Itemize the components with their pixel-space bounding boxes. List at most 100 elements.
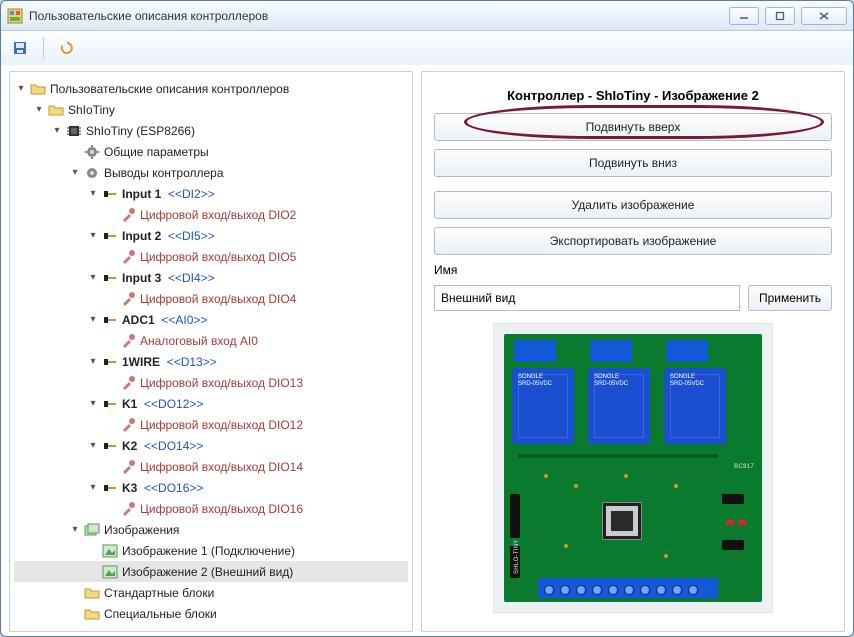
pin-icon bbox=[102, 354, 118, 370]
export-image-button[interactable]: Экспортировать изображение bbox=[434, 227, 832, 255]
tree-label: Изображение 1 (Подключение) bbox=[122, 544, 295, 558]
titlebar: Пользовательские описания контроллеров bbox=[1, 1, 853, 31]
tree-label: Пользовательские описания контроллеров bbox=[50, 82, 289, 96]
tree-node-adc1-sub[interactable]: ▾ Аналоговый вход AI0 bbox=[14, 330, 408, 351]
tools-icon bbox=[120, 291, 136, 307]
apply-button[interactable]: Применить bbox=[748, 285, 832, 311]
tree-node-adc1[interactable]: ▾ ADC1 <<AI0>> bbox=[14, 309, 408, 330]
chevron-down-icon[interactable]: ▾ bbox=[86, 397, 100, 411]
gear-icon bbox=[84, 165, 100, 181]
tree-label: Выводы контроллера bbox=[104, 166, 224, 180]
chevron-down-icon[interactable]: ▾ bbox=[86, 187, 100, 201]
tree-label: Специальные блоки bbox=[104, 607, 217, 621]
tree-label: ShIoTiny (ESP8266) bbox=[86, 124, 195, 138]
toolbar-separator bbox=[43, 37, 44, 59]
tree-node-shlotiny[interactable]: ▾ ShIoTiny bbox=[14, 99, 408, 120]
tree-label: Изображения bbox=[104, 523, 179, 537]
tools-icon bbox=[120, 417, 136, 433]
tree-pane[interactable]: ▾ Пользовательские описания контроллеров… bbox=[9, 71, 413, 632]
tree-node-input1-sub[interactable]: ▾ Цифровой вход/выход DIO2 bbox=[14, 204, 408, 225]
tree-label: Input 1 <<DI2>> bbox=[122, 187, 215, 201]
chevron-down-icon[interactable]: ▾ bbox=[50, 124, 64, 138]
chevron-down-icon[interactable]: ▾ bbox=[86, 271, 100, 285]
delete-image-button[interactable]: Удалить изображение bbox=[434, 191, 832, 219]
chevron-down-icon[interactable]: ▾ bbox=[14, 82, 28, 96]
chevron-down-icon[interactable]: ▾ bbox=[86, 313, 100, 327]
tree-node-input2-sub[interactable]: ▾ Цифровой вход/выход DIO5 bbox=[14, 246, 408, 267]
chevron-down-icon[interactable]: ▾ bbox=[86, 481, 100, 495]
toolbar bbox=[1, 31, 853, 65]
folder-open-icon bbox=[30, 81, 46, 97]
tree-node-spec-blocks[interactable]: ▾ Специальные блоки bbox=[14, 603, 408, 624]
app-icon bbox=[7, 8, 23, 24]
tree-label: K1 <<DO12>> bbox=[122, 397, 203, 411]
pin-icon bbox=[102, 270, 118, 286]
tree-label: 1WIRE <<D13>> bbox=[122, 355, 217, 369]
folder-open-icon bbox=[48, 102, 64, 118]
pin-icon bbox=[102, 312, 118, 328]
panel-title: Контроллер - ShIoTiny - Изображение 2 bbox=[434, 88, 832, 103]
maximize-button[interactable] bbox=[765, 7, 795, 25]
details-pane: Контроллер - ShIoTiny - Изображение 2 По… bbox=[421, 71, 845, 632]
minimize-button[interactable] bbox=[729, 7, 759, 25]
tree-node-image1[interactable]: ▾ Изображение 1 (Подключение) bbox=[14, 540, 408, 561]
tree-node-images[interactable]: ▾ Изображения bbox=[14, 519, 408, 540]
tree-node-device[interactable]: ▾ ShIoTiny (ESP8266) bbox=[14, 120, 408, 141]
tree-label: Input 3 <<DI4>> bbox=[122, 271, 215, 285]
name-label: Имя bbox=[434, 263, 832, 277]
chevron-down-icon[interactable]: ▾ bbox=[86, 355, 100, 369]
tree-node-1wire-sub[interactable]: ▾ Цифровой вход/выход DIO13 bbox=[14, 372, 408, 393]
tree-label: Изображение 2 (Внешний вид) bbox=[122, 565, 293, 579]
tree-node-input3[interactable]: ▾ Input 3 <<DI4>> bbox=[14, 267, 408, 288]
tree-node-1wire[interactable]: ▾ 1WIRE <<D13>> bbox=[14, 351, 408, 372]
refresh-button[interactable] bbox=[56, 37, 78, 59]
window-title: Пользовательские описания контроллеров bbox=[29, 9, 729, 23]
pin-icon bbox=[102, 228, 118, 244]
tree-label: ShIoTiny bbox=[68, 103, 115, 117]
tree-label: Цифровой вход/выход DIO16 bbox=[140, 502, 303, 516]
chevron-down-icon[interactable]: ▾ bbox=[86, 229, 100, 243]
tree-node-k3[interactable]: ▾ K3 <<DO16>> bbox=[14, 477, 408, 498]
tree-label: K3 <<DO16>> bbox=[122, 481, 203, 495]
chevron-down-icon[interactable]: ▾ bbox=[68, 523, 82, 537]
tree-node-k2[interactable]: ▾ K2 <<DO14>> bbox=[14, 435, 408, 456]
name-input[interactable] bbox=[434, 285, 740, 311]
pin-icon bbox=[102, 186, 118, 202]
board-image: SONGLESRD-05VDC SONGLESRD-05VDC SONGLESR… bbox=[493, 323, 773, 613]
tree-node-input2[interactable]: ▾ Input 2 <<DI5>> bbox=[14, 225, 408, 246]
tree-node-pins[interactable]: ▾ Выводы контроллера bbox=[14, 162, 408, 183]
tree-node-common-params[interactable]: ▾ Общие параметры bbox=[14, 141, 408, 162]
tree-root[interactable]: ▾ Пользовательские описания контроллеров bbox=[14, 78, 408, 99]
move-down-button[interactable]: Подвинуть вниз bbox=[434, 149, 832, 177]
images-icon bbox=[84, 522, 100, 538]
tree-label: Цифровой вход/выход DIO12 bbox=[140, 418, 303, 432]
tree-node-k2-sub[interactable]: ▾ Цифровой вход/выход DIO14 bbox=[14, 456, 408, 477]
save-button[interactable] bbox=[9, 37, 31, 59]
tree-label: Цифровой вход/выход DIO5 bbox=[140, 250, 296, 264]
tools-icon bbox=[120, 501, 136, 517]
tree-node-k3-sub[interactable]: ▾ Цифровой вход/выход DIO16 bbox=[14, 498, 408, 519]
tree-node-std-blocks[interactable]: ▾ Стандартные блоки bbox=[14, 582, 408, 603]
tools-icon bbox=[120, 207, 136, 223]
pin-icon bbox=[102, 396, 118, 412]
chevron-down-icon[interactable]: ▾ bbox=[68, 166, 82, 180]
gear-icon bbox=[84, 144, 100, 160]
chevron-down-icon[interactable]: ▾ bbox=[86, 439, 100, 453]
tree-label: K2 <<DO14>> bbox=[122, 439, 203, 453]
tools-icon bbox=[120, 333, 136, 349]
image-icon bbox=[102, 543, 118, 559]
tree-node-image2[interactable]: ▾ Изображение 2 (Внешний вид) bbox=[14, 561, 408, 582]
pin-icon bbox=[102, 480, 118, 496]
tree-label: Аналоговый вход AI0 bbox=[140, 334, 258, 348]
tools-icon bbox=[120, 459, 136, 475]
tree-node-k1[interactable]: ▾ K1 <<DO12>> bbox=[14, 393, 408, 414]
tree-label: Общие параметры bbox=[104, 145, 209, 159]
tree-node-input1[interactable]: ▾ Input 1 <<DI2>> bbox=[14, 183, 408, 204]
tree-label: Цифровой вход/выход DIO14 bbox=[140, 460, 303, 474]
tree-node-input3-sub[interactable]: ▾ Цифровой вход/выход DIO4 bbox=[14, 288, 408, 309]
tree-node-k1-sub[interactable]: ▾ Цифровой вход/выход DIO12 bbox=[14, 414, 408, 435]
chevron-down-icon[interactable]: ▾ bbox=[32, 103, 46, 117]
folder-icon bbox=[84, 606, 100, 622]
close-button[interactable] bbox=[801, 7, 847, 25]
move-up-button[interactable]: Подвинуть вверх bbox=[434, 113, 832, 141]
